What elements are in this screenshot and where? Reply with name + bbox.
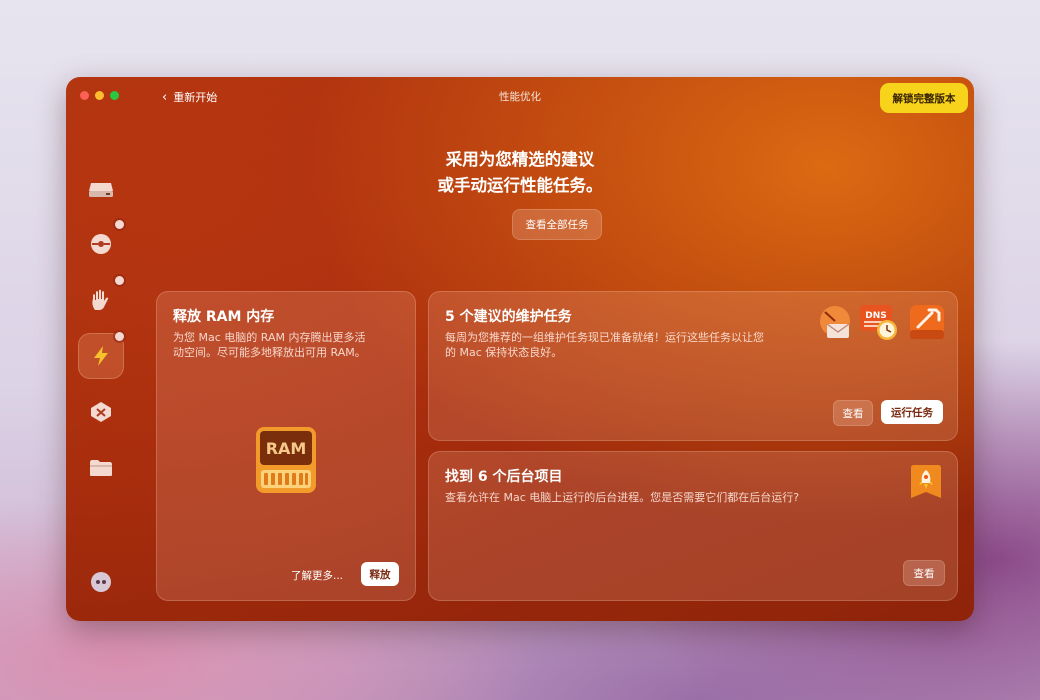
applications-icon (91, 402, 111, 422)
disk-repair-icon (910, 305, 944, 339)
card-title: 5 个建议的维护任务 (445, 309, 572, 325)
free-ram-button[interactable]: 释放 (361, 562, 399, 586)
ram-chip-icon: RAM (256, 427, 316, 493)
desc-line: 的 Mac 保持状态良好。 (445, 346, 563, 359)
privacy-hand-icon (92, 289, 109, 310)
sidebar-item-performance[interactable] (78, 332, 124, 379)
view-background-items-button[interactable]: 查看 (903, 560, 945, 586)
rocket-launch-icon (911, 465, 941, 498)
card-title: 释放 RAM 内存 (173, 309, 275, 325)
page-heading: 采用为您精选的建议 或手动运行性能任务。 (66, 147, 974, 199)
sidebar (66, 137, 138, 621)
heading-line-2: 或手动运行性能任务。 (437, 176, 603, 195)
dns-label: DNS (865, 311, 887, 321)
window-title: 性能优化 (499, 91, 541, 103)
protection-icon (91, 234, 111, 254)
sidebar-assistant-button[interactable] (78, 559, 124, 605)
sidebar-item-privacy[interactable] (78, 276, 124, 323)
maintenance-tasks-card: 5 个建议的维护任务 每周为您推荐的一组维护任务现已准备就绪！运行这些任务以让您… (428, 291, 958, 441)
card-description: 为您 Mac 电脑的 RAM 内存腾出更多活 动空间。尽可能多地释放出可用 RA… (173, 330, 366, 360)
heading-line-1: 采用为您精选的建议 (445, 150, 595, 169)
ram-icon-label: RAM (266, 439, 307, 458)
background-items-card: 找到 6 个后台项目 查看允许在 Mac 电脑上运行的后台进程。您是否需要它们都… (428, 451, 958, 601)
mail-speedometer-icon (820, 306, 850, 338)
card-description: 每周为您推荐的一组维护任务现已准备就绪！运行这些任务以让您 的 Mac 保持状态… (445, 330, 825, 360)
free-ram-card: 释放 RAM 内存 为您 Mac 电脑的 RAM 内存腾出更多活 动空间。尽可能… (156, 291, 416, 601)
desc-line: 每周为您推荐的一组维护任务现已准备就绪！运行这些任务以让您 (445, 331, 764, 344)
desc-line: 动空间。尽可能多地释放出可用 RAM。 (173, 346, 366, 359)
unlock-full-version-button[interactable]: 解锁完整版本 (880, 83, 968, 113)
sidebar-item-protection[interactable] (78, 220, 124, 267)
learn-more-link[interactable]: 了解更多... (291, 568, 343, 583)
sidebar-item-files[interactable] (78, 445, 124, 491)
sidebar-item-applications[interactable] (78, 389, 124, 435)
app-window: ‹ 重新开始 性能优化 解锁完整版本 采用为您精选的建议 或手动运行性能任务。 … (66, 77, 974, 621)
files-folder-icon (90, 460, 112, 476)
assistant-icon (91, 572, 111, 592)
view-maintenance-button[interactable]: 查看 (833, 400, 873, 426)
card-title: 找到 6 个后台项目 (445, 469, 563, 485)
run-tasks-button[interactable]: 运行任务 (881, 400, 943, 424)
notification-dot (115, 332, 124, 341)
view-all-tasks-button[interactable]: 查看全部任务 (512, 209, 602, 240)
desc-line: 为您 Mac 电脑的 RAM 内存腾出更多活 (173, 331, 366, 344)
notification-dot (115, 276, 124, 285)
dns-clock-icon: DNS (860, 305, 897, 340)
notification-dot (115, 220, 124, 229)
lightning-icon (94, 346, 108, 366)
card-description: 查看允许在 Mac 电脑上运行的后台进程。您是否需要它们都在后台运行? (445, 491, 800, 504)
